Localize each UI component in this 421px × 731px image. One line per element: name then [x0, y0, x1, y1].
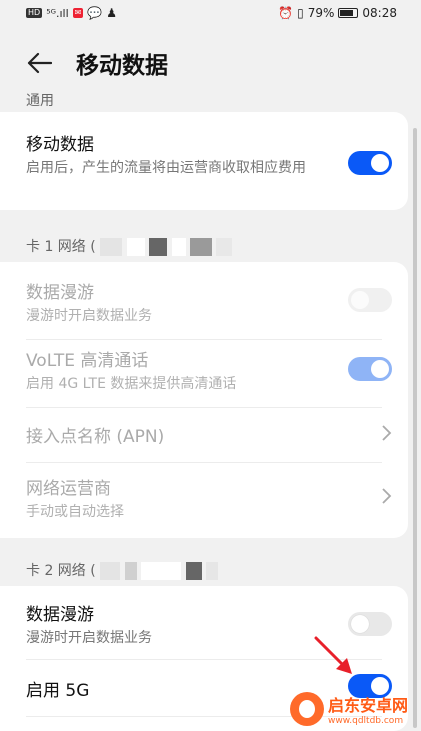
qq-icon: ♟	[106, 6, 118, 20]
back-arrow-icon	[27, 52, 52, 74]
status-bar-right: ⏰ ▯ 79% 08:28	[278, 6, 397, 20]
mobile-data-row[interactable]: 移动数据 启用后，产生的流量将由运营商收取相应费用	[26, 130, 394, 179]
mobile-data-desc: 启用后，产生的流量将由运营商收取相应费用	[26, 160, 306, 176]
redacted-block	[190, 238, 212, 256]
apn-title: 接入点名称 (APN)	[26, 427, 165, 447]
general-card: 移动数据 启用后，产生的流量将由运营商收取相应费用	[0, 112, 408, 210]
mobile-data-title: 移动数据	[26, 135, 94, 155]
sim2-roaming-toggle[interactable]	[348, 612, 392, 636]
divider	[26, 462, 382, 463]
volte-title: VoLTE 高清通话	[26, 351, 149, 371]
sim1-roaming-row[interactable]: 数据漫游 漫游时开启数据业务	[26, 278, 394, 327]
back-button[interactable]	[26, 49, 54, 77]
sim2-label-text: 卡 2 网络 (	[26, 563, 96, 579]
signal-icon: ⁵ᴳ.ıll	[46, 6, 69, 20]
apn-row[interactable]: 接入点名称 (APN)	[26, 422, 394, 447]
chevron-right-icon	[382, 488, 392, 504]
redacted-block	[206, 562, 218, 580]
battery-percent: 79%	[307, 6, 335, 20]
alarm-icon: ⏰	[278, 6, 294, 20]
redacted-block	[124, 562, 137, 580]
divider	[26, 339, 382, 340]
operator-row[interactable]: 网络运营商 手动或自动选择	[26, 474, 394, 523]
scrollbar[interactable]	[413, 128, 417, 728]
volte-row[interactable]: VoLTE 高清通话 启用 4G LTE 数据来提供高清通话	[26, 346, 394, 395]
sim1-label-text: 卡 1 网络 (	[26, 239, 96, 255]
volte-desc: 启用 4G LTE 数据来提供高清通话	[26, 376, 237, 392]
redacted-block	[149, 238, 168, 256]
watermark-logo-icon	[290, 692, 324, 726]
redacted-block	[141, 562, 182, 580]
page-title: 移动数据	[76, 53, 168, 79]
redacted-block	[185, 562, 202, 580]
redacted-block	[171, 238, 186, 256]
watermark-text: 启东安卓网 www.qdltdb.com	[328, 692, 408, 726]
section-label-sim1: 卡 1 网络 (	[26, 236, 233, 256]
mobile-data-settings-screen: HD ⁵ᴳ.ıll ✉ 💬 ♟ ⏰ ▯ 79% 08:28 移动数据 通用 移动…	[0, 0, 421, 731]
app-header: 移动数据	[0, 36, 421, 90]
notification-icon: ✉	[72, 8, 84, 18]
sim1-roaming-desc: 漫游时开启数据业务	[26, 308, 152, 324]
watermark-url: www.qdltdb.com	[328, 716, 404, 726]
volte-toggle[interactable]	[348, 357, 392, 381]
chevron-right-icon	[382, 425, 392, 441]
status-bar-left: HD ⁵ᴳ.ıll ✉ 💬 ♟	[26, 6, 117, 20]
annotation-arrow-icon	[314, 636, 352, 674]
mobile-data-toggle[interactable]	[348, 151, 392, 175]
section-label-sim2: 卡 2 网络 (	[26, 560, 218, 580]
redacted-block	[100, 238, 123, 256]
wechat-icon: 💬	[87, 6, 103, 20]
status-bar: HD ⁵ᴳ.ıll ✉ 💬 ♟ ⏰ ▯ 79% 08:28	[0, 0, 421, 26]
redacted-block	[216, 238, 233, 256]
sim2-roaming-title: 数据漫游	[26, 605, 94, 625]
battery-icon	[338, 8, 359, 18]
sim1-card: 数据漫游 漫游时开启数据业务 VoLTE 高清通话 启用 4G LTE 数据来提…	[0, 262, 408, 538]
section-label-general: 通用	[26, 93, 54, 109]
hd-icon: HD	[26, 8, 43, 18]
sim1-roaming-title: 数据漫游	[26, 283, 94, 303]
watermark-name: 启东安卓网	[328, 696, 409, 715]
redacted-block	[126, 238, 145, 256]
vibrate-icon: ▯	[297, 6, 304, 20]
operator-desc: 手动或自动选择	[26, 504, 124, 520]
watermark: 启东安卓网 www.qdltdb.com	[290, 690, 418, 728]
redacted-block	[100, 562, 121, 580]
divider	[26, 407, 382, 408]
sim1-roaming-toggle[interactable]	[348, 288, 392, 312]
operator-title: 网络运营商	[26, 479, 111, 499]
clock: 08:28	[362, 6, 397, 20]
